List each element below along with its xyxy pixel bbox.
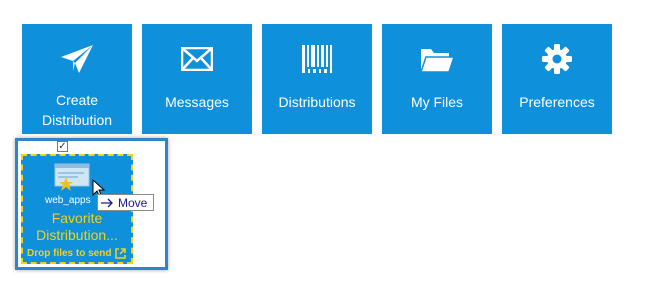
drop-files-label: Drop files to send [27,248,127,259]
preferences-tile[interactable]: Preferences [502,24,612,134]
preferences-label: Preferences [519,94,595,110]
favorite-checkbox[interactable]: ✓ [57,141,68,152]
favorite-distribution-title: Favorite Distribution... [36,210,118,243]
send-icon [60,42,94,76]
barcode-icon [300,42,334,76]
distributions-label: Distributions [278,94,356,110]
move-tooltip-label: Move [118,195,148,210]
folder-icon [419,42,455,76]
my-files-label: My Files [410,94,464,110]
move-tooltip: Move [97,194,155,211]
my-files-tile[interactable]: My Files [382,24,492,134]
gear-icon [541,42,573,76]
create-distribution-tile[interactable]: Create Distribution [22,24,132,134]
messages-label: Messages [165,94,229,110]
distributions-tile[interactable]: Distributions [262,24,372,134]
send-out-icon [115,248,127,259]
dragged-file-icon [54,163,90,193]
messages-tile[interactable]: Messages [142,24,252,134]
arrow-right-icon [101,198,113,207]
envelope-icon [181,42,213,76]
create-distribution-label: Create Distribution [41,92,113,128]
dragged-file-name: web_apps [45,195,91,206]
